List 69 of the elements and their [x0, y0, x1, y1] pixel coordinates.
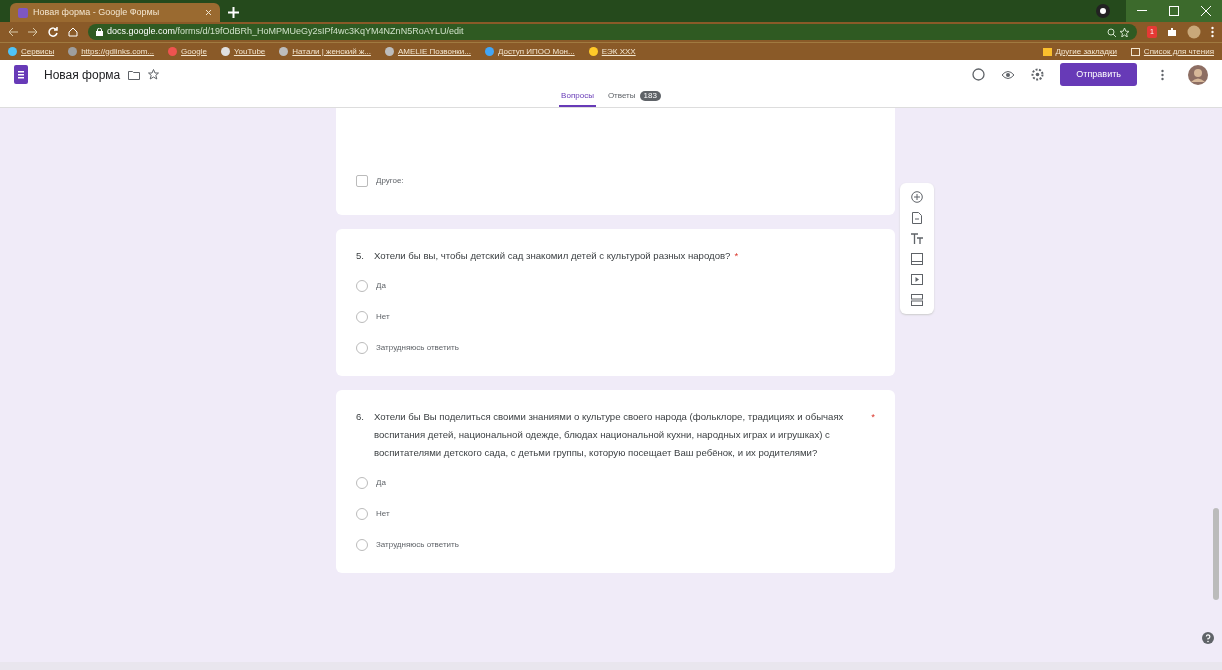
list-icon [1130, 47, 1140, 56]
star-icon[interactable] [148, 69, 160, 81]
option-label: Да [376, 280, 386, 292]
title-icon[interactable] [911, 233, 923, 244]
bookmark-link[interactable]: Доступ ИПОО Мон... [484, 45, 575, 58]
scrollbar[interactable] [1213, 508, 1219, 600]
favicon-icon [68, 47, 78, 56]
avatar-icon[interactable] [1187, 25, 1201, 39]
address-bar[interactable]: docs.google.com/forms/d/19fOdBRh_HoMPMUeGy2sIPf4wc3KqYM4NZnN5RoAYLU/edit [88, 24, 1138, 40]
home-icon[interactable] [68, 27, 78, 37]
favicon-icon [588, 47, 598, 56]
close-icon[interactable] [205, 9, 212, 16]
favicon-icon [384, 47, 394, 56]
help-icon[interactable] [1202, 632, 1214, 644]
required-mark: * [734, 249, 739, 263]
forward-icon[interactable] [28, 27, 38, 37]
bookmark-link[interactable]: AMELIE Позвонки... [384, 45, 471, 58]
question-number: 6. [356, 410, 364, 424]
option-label: Затрудняюсь ответить [376, 342, 459, 354]
favicon-icon [484, 47, 494, 56]
bookmark-link[interactable]: https://gdlinks.com... [68, 45, 155, 58]
more-icon[interactable] [1161, 68, 1164, 81]
question-number: 5. [356, 249, 364, 263]
bookmark-link[interactable]: ЕЭК XXX [588, 45, 636, 58]
settings-icon[interactable] [1031, 68, 1045, 82]
eye-icon[interactable] [1001, 69, 1016, 80]
bookmark-link[interactable]: Google [168, 45, 207, 58]
option-label: Другое: [376, 175, 404, 187]
required-mark: * [871, 410, 875, 424]
option-label: Да [376, 477, 386, 489]
video-icon[interactable] [911, 274, 923, 285]
option-label: Нет [376, 508, 390, 520]
favicon-icon [279, 47, 289, 56]
favicon-icon [8, 47, 17, 56]
option-label: Затрудняюсь ответить [376, 539, 459, 551]
forms-logo-icon[interactable] [14, 65, 28, 85]
folder-icon[interactable] [128, 69, 141, 80]
form-tab[interactable]: Ответы 183 [605, 90, 663, 107]
lock-icon [96, 28, 103, 36]
question-text: Хотели бы вы, чтобы детский сад знакомил детей с культурой разных народов? [374, 249, 731, 263]
back-icon[interactable] [8, 27, 18, 37]
avatar-icon[interactable] [1188, 64, 1208, 85]
close-icon[interactable] [1190, 0, 1222, 22]
bookmark-link[interactable]: Натали | женский ж... [279, 45, 371, 58]
profile-icon[interactable] [1096, 4, 1110, 18]
send-button[interactable]: Отправить [1060, 62, 1137, 87]
new-tab-icon[interactable] [228, 7, 239, 18]
form-title[interactable]: Новая форма [44, 65, 121, 84]
more-icon[interactable] [1211, 26, 1214, 38]
folder-icon [1042, 47, 1052, 56]
forms-icon [18, 7, 28, 18]
browser-tab[interactable]: Новая форма - Google Формы [10, 3, 220, 22]
favicon-icon [220, 47, 230, 56]
url-text: docs.google.com/forms/d/19fOdBRh_HoMPMUeGy2sIPf4wc3KqYM4NZnN5RoAYLU/edit [107, 25, 465, 39]
option-label: Нет [376, 311, 390, 323]
checkbox[interactable] [356, 175, 368, 187]
favicon-icon [168, 47, 178, 56]
import-icon[interactable] [912, 212, 922, 224]
add-icon[interactable] [911, 191, 923, 203]
bookmark-link[interactable]: YouTube [220, 45, 266, 58]
bookmark-folder[interactable]: Другие закладки [1042, 45, 1117, 58]
question-text: Хотели бы Вы поделиться своими знаниями о культуре своего народа (фольклоре, традициях и обычаях воспитания детей, национальной одежде, блюдах национальной кухни, народных играх и игрушках) с воспитателями детского сада, с детьми группы, которую посещает Ваш ребёнок, и их родителями? [374, 410, 845, 460]
bookmark-link[interactable]: Сервисы [8, 45, 55, 58]
reload-icon[interactable] [48, 27, 58, 37]
search-icon[interactable] [1107, 27, 1117, 37]
count-badge: 183 [639, 90, 661, 102]
reading-list-link[interactable]: Список для чтения [1130, 45, 1214, 58]
section-icon[interactable] [911, 294, 923, 306]
tab-title: Новая форма - Google Формы [33, 5, 161, 19]
